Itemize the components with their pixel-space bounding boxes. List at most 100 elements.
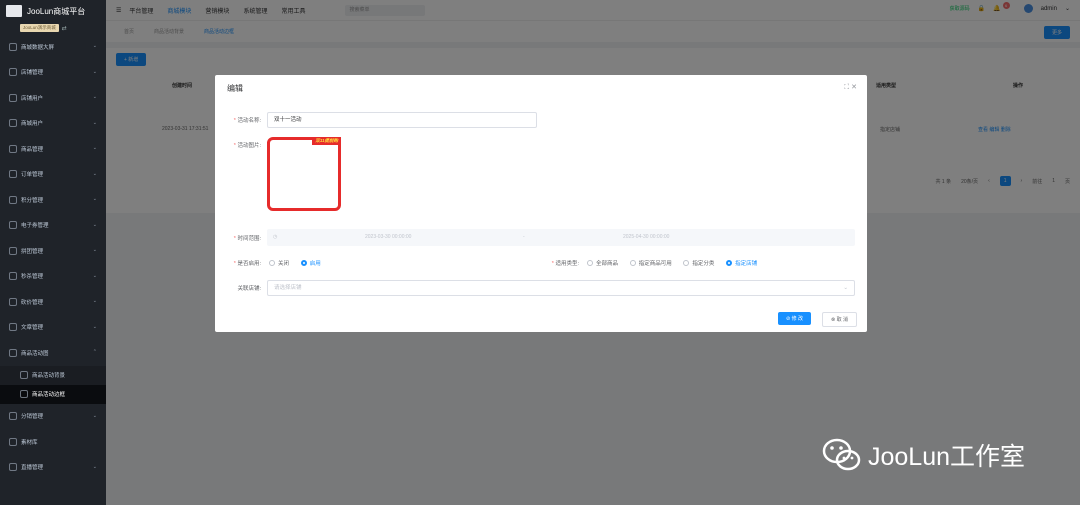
sidebar-item-label: 商品管理: [21, 146, 44, 153]
sidebar-item-label: 拼团管理: [21, 248, 44, 255]
sidebar-item-label: 文章管理: [21, 325, 44, 332]
sidebar-item[interactable]: 文章管理 ⌄: [0, 315, 106, 341]
sidebar-item[interactable]: 分销管理 ⌄: [0, 404, 106, 430]
chevron-icon: ⌄: [92, 43, 97, 49]
chevron-icon: ⌄: [92, 68, 97, 75]
sidebar-item[interactable]: 电子券管理 ⌄: [0, 213, 106, 239]
sidebar-item[interactable]: 素材库: [0, 429, 106, 455]
range-separator: -: [523, 234, 525, 240]
sidebar-item[interactable]: 秒杀管理 ⌄: [0, 264, 106, 290]
time-label: * 时间范围:: [233, 236, 261, 242]
date-range-picker[interactable]: ◷ 2023-03-30 00:00:00 - 2025-04-30 00:00…: [267, 229, 855, 246]
radio-disable[interactable]: 关闭: [269, 259, 289, 267]
sidebar: JooLun商城平台 JooLun演示商城 ⇄ 商城数据大屏 ⌄ 店铺管理 ⌄ 店铺用户…: [0, 0, 106, 505]
chevron-icon: ⌃: [92, 349, 97, 355]
sidebar-item-label: 素材库: [21, 439, 38, 446]
sidebar-subitem[interactable]: 商品活动边框: [0, 384, 106, 404]
radio-enable[interactable]: 启用: [300, 259, 321, 267]
sidebar-item-label: 商品活动图: [21, 350, 49, 357]
sidebar-item[interactable]: 店铺用户 ⌄: [0, 85, 106, 111]
sidebar-item[interactable]: 拼团管理 ⌄: [0, 238, 106, 264]
chevron-icon: ⌄: [92, 298, 97, 304]
image-ribbon: 双11提前购: [312, 137, 341, 145]
sidebar-item-label: 店铺管理: [21, 70, 44, 77]
sidebar-item[interactable]: 砍价管理 ⌄: [0, 289, 106, 315]
chevron-icon: ⌄: [92, 272, 97, 279]
enable-radio-group: 关闭 启用: [269, 259, 331, 268]
sidebar-item-label: 电子券管理: [21, 223, 49, 230]
sidebar-item[interactable]: 商城用户 ⌄: [0, 111, 106, 137]
menu-icon: [9, 195, 17, 204]
menu-icon: [9, 463, 17, 472]
menu-icon: [9, 348, 17, 357]
radio-specified-category[interactable]: 指定分类: [683, 259, 714, 267]
enable-label: * 是否启用:: [233, 261, 261, 267]
chevron-icon: ⌄: [92, 247, 97, 253]
sidebar-item-label: 商城数据大屏: [21, 44, 55, 51]
sidebar-item[interactable]: 积分管理 ⌄: [0, 187, 106, 213]
wechat-icon: [822, 438, 861, 471]
sidebar-item-label: 秒杀管理: [21, 274, 44, 281]
menu-icon: [9, 144, 17, 153]
chevron-down-icon: ⌄: [843, 285, 848, 291]
clock-icon: ◷: [273, 234, 278, 240]
range-end[interactable]: 2025-04-30 00:00:00: [623, 234, 669, 240]
close-icon[interactable]: ✕: [851, 84, 857, 91]
sidebar-item-label: 积分管理: [21, 197, 44, 204]
fullscreen-icon[interactable]: ⛶: [844, 84, 849, 91]
logo-icon: [6, 5, 22, 17]
chevron-icon: ⌄: [92, 463, 97, 470]
app-title: JooLun商城平台: [27, 6, 86, 16]
menu-icon: [9, 272, 17, 281]
cancel-button[interactable]: ⊗ 取 消: [822, 312, 857, 327]
sidebar-item[interactable]: 商品活动图 ⌃: [0, 340, 106, 366]
switch-icon[interactable]: ⇄: [62, 25, 67, 32]
name-label: * 活动名称:: [233, 118, 261, 124]
menu-icon: [9, 221, 17, 230]
sidebar-subitem-label: 商品活动背景: [32, 373, 66, 379]
name-input[interactable]: 双十一活动: [267, 112, 537, 128]
menu-icon: [9, 412, 17, 421]
sidebar-item[interactable]: 商品管理 ⌄: [0, 136, 106, 162]
confirm-button[interactable]: ⊘ 修 改: [778, 312, 811, 325]
chevron-icon: ⌄: [92, 412, 97, 419]
sidebar-item[interactable]: 商城数据大屏 ⌄: [0, 34, 106, 60]
sidebar-item-label: 直播管理: [21, 465, 44, 472]
chevron-icon: ⌄: [92, 145, 97, 151]
menu-icon: [9, 170, 17, 179]
tenant-selector[interactable]: JooLun演示商城 ⇄: [0, 22, 106, 34]
activity-image[interactable]: 双11提前购: [267, 137, 341, 211]
sidebar-item-label: 店铺用户: [21, 95, 44, 102]
sidebar-item-label: 订单管理: [21, 172, 44, 179]
dialog-controls: ⛶ ✕: [844, 83, 857, 92]
type-label: * 适用类型:: [551, 261, 579, 267]
sidebar-item-label: 商城用户: [21, 121, 44, 128]
chevron-icon: ⌄: [92, 119, 97, 126]
sidebar-item-label: 砍价管理: [21, 299, 44, 306]
menu-icon: [9, 68, 17, 77]
radio-specified-products[interactable]: 指定商品可用: [629, 259, 672, 267]
watermark: JooLun工作室: [822, 437, 1025, 473]
type-radio-group: 全部商品 指定商品可用 指定分类 指定店铺: [587, 259, 767, 268]
range-start[interactable]: 2023-03-30 00:00:00: [365, 234, 411, 240]
dialog-title: 编辑: [227, 84, 243, 93]
chevron-icon: ⌄: [92, 196, 97, 202]
chevron-icon: ⌄: [92, 94, 97, 100]
sidebar-item[interactable]: 店铺管理 ⌄: [0, 60, 106, 86]
sidebar-item[interactable]: 直播管理 ⌄: [0, 455, 106, 481]
sidebar-item-label: 分销管理: [21, 414, 44, 421]
sidebar-item[interactable]: 订单管理 ⌄: [0, 162, 106, 188]
menu-icon: [9, 246, 17, 255]
menu-icon: [9, 437, 17, 446]
watermark-text: JooLun工作室: [868, 443, 1026, 471]
menu-icon: [9, 42, 17, 51]
menu-icon: [9, 297, 17, 306]
menu-icon: [9, 119, 17, 128]
chevron-icon: ⌄: [92, 170, 97, 177]
image-label: * 活动图片:: [233, 143, 261, 149]
menu-icon: [20, 371, 28, 379]
store-select[interactable]: 请选择店铺 ⌄: [267, 280, 855, 296]
radio-specified-store[interactable]: 指定店铺: [726, 259, 757, 267]
sidebar-subitem[interactable]: 商品活动背景: [0, 365, 106, 385]
radio-all-products[interactable]: 全部商品: [587, 259, 618, 267]
